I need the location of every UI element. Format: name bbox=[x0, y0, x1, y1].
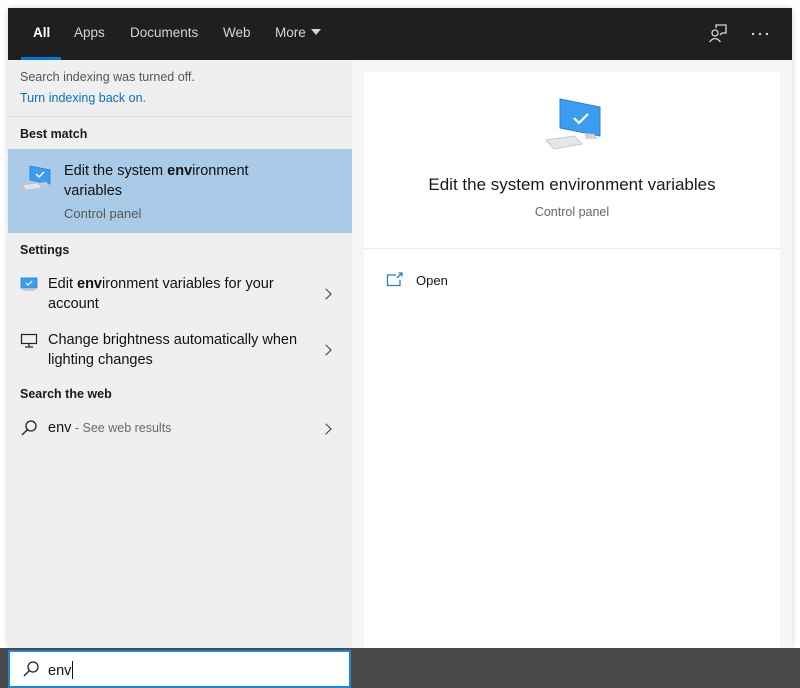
turn-indexing-on-link[interactable]: Turn indexing back on. bbox=[20, 91, 146, 105]
section-best-match: Best match bbox=[20, 127, 88, 141]
settings-result-title: Change brightness automatically when lig… bbox=[48, 332, 298, 368]
section-search-web: Search the web bbox=[20, 387, 112, 401]
computer-check-icon bbox=[20, 163, 54, 193]
settings-result-env-vars[interactable]: Edit environment variables for your acco… bbox=[8, 274, 352, 320]
text-highlight: env bbox=[77, 276, 103, 292]
tab-more[interactable]: More bbox=[275, 25, 321, 40]
open-icon bbox=[386, 272, 404, 288]
tab-more-label: More bbox=[275, 25, 306, 40]
chevron-right-icon[interactable] bbox=[320, 344, 332, 356]
settings-result-brightness[interactable]: Change brightness automatically when lig… bbox=[8, 330, 352, 376]
search-input-value: env bbox=[48, 661, 74, 679]
open-action[interactable]: Open bbox=[386, 270, 506, 292]
computer-check-icon bbox=[544, 96, 606, 152]
search-icon bbox=[20, 419, 38, 437]
divider bbox=[8, 116, 352, 117]
search-query-text: env bbox=[48, 663, 72, 679]
preview-title: Edit the system environment variables bbox=[428, 175, 716, 194]
web-result-text: env - See web results bbox=[48, 418, 308, 438]
open-label: Open bbox=[416, 273, 448, 288]
results-panel: Search indexing was turned off. Turn ind… bbox=[8, 60, 352, 648]
search-window: All Apps Documents Web More Search index… bbox=[8, 8, 792, 648]
preview-panel: Edit the system environment variables Co… bbox=[364, 72, 780, 648]
text-cursor bbox=[72, 661, 74, 679]
feedback-icon[interactable] bbox=[706, 22, 730, 46]
search-input[interactable]: env bbox=[8, 650, 351, 688]
web-search-result[interactable]: env - See web results bbox=[8, 416, 352, 444]
chevron-right-icon[interactable] bbox=[320, 288, 332, 300]
chevron-right-icon[interactable] bbox=[320, 423, 332, 435]
best-match-title-pre: Edit the system bbox=[64, 163, 168, 179]
computer-check-icon bbox=[20, 277, 38, 293]
best-match-title-highlight: env bbox=[167, 163, 193, 179]
text-pre: Edit bbox=[48, 276, 78, 292]
search-icon bbox=[22, 660, 40, 678]
monitor-icon bbox=[20, 333, 38, 349]
section-settings: Settings bbox=[20, 243, 70, 257]
caret-down-icon bbox=[310, 29, 321, 35]
web-query: env bbox=[48, 420, 72, 436]
more-options-icon[interactable] bbox=[748, 22, 772, 46]
best-match-result[interactable]: Edit the system environment variables Co… bbox=[8, 149, 352, 233]
preview-subtitle: Control panel bbox=[534, 205, 610, 219]
settings-result-title: Edit environment variables for your acco… bbox=[48, 274, 308, 314]
web-suffix: - See web results bbox=[71, 421, 172, 435]
filter-tabs-bar: All Apps Documents Web More bbox=[8, 8, 792, 60]
divider bbox=[364, 248, 780, 249]
best-match-subtitle: Control panel bbox=[64, 206, 142, 221]
tab-web[interactable]: Web bbox=[223, 25, 251, 40]
best-match-title: Edit the system environment variables bbox=[64, 161, 304, 201]
tab-all[interactable]: All bbox=[33, 25, 50, 40]
tab-documents[interactable]: Documents bbox=[130, 25, 198, 40]
indexing-message: Search indexing was turned off. bbox=[20, 70, 195, 84]
tab-apps[interactable]: Apps bbox=[74, 25, 105, 40]
